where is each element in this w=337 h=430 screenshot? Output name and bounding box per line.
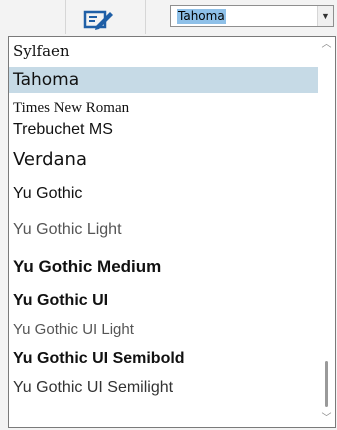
toolbar: Tahoma ▼ — [0, 0, 337, 36]
font-name-value[interactable]: Tahoma — [177, 9, 226, 24]
edit-style-button[interactable] — [66, 3, 132, 33]
font-item-yu-gothic-ui-light[interactable]: Yu Gothic UI Light — [9, 316, 318, 344]
dropdown-scrollbar[interactable]: ︿ ﹀ — [318, 37, 335, 427]
font-item-yu-gothic-ui[interactable]: Yu Gothic UI — [9, 287, 318, 315]
scrollbar-thumb[interactable] — [325, 361, 328, 407]
scroll-up-icon[interactable]: ︿ — [318, 37, 335, 53]
chevron-down-icon[interactable]: ▼ — [317, 6, 333, 26]
font-item-yu-gothic-ui-semibold[interactable]: Yu Gothic UI Semibold — [9, 345, 318, 373]
font-item-tahoma[interactable]: Tahoma — [9, 67, 318, 93]
font-item-times-new-roman[interactable]: Times New Roman — [9, 97, 318, 119]
font-item-trebuchet-ms[interactable]: Trebuchet MS — [9, 118, 318, 142]
font-item-yu-gothic-light[interactable]: Yu Gothic Light — [9, 215, 318, 245]
font-name-combo[interactable]: Tahoma ▼ — [170, 5, 334, 27]
font-dropdown-list[interactable]: Sylfaen Tahoma Times New Roman Trebuchet… — [8, 36, 336, 428]
font-item-sylfaen[interactable]: Sylfaen — [9, 38, 318, 64]
font-item-yu-gothic[interactable]: Yu Gothic — [9, 179, 318, 209]
font-item-yu-gothic-medium[interactable]: Yu Gothic Medium — [9, 251, 318, 283]
font-item-verdana[interactable]: Verdana — [9, 146, 318, 174]
toolbar-separator — [145, 0, 146, 34]
edit-style-icon — [83, 10, 113, 30]
font-item-yu-gothic-ui-semilight[interactable]: Yu Gothic UI Semilight — [9, 374, 318, 402]
scroll-down-icon[interactable]: ﹀ — [318, 411, 335, 427]
